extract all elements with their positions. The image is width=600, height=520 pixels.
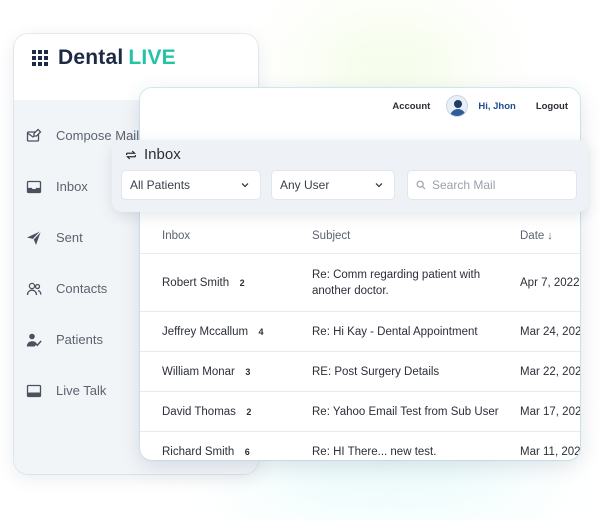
mail-subject: RE: Post Surgery Details	[312, 365, 440, 378]
send-icon	[26, 230, 42, 246]
message-count-badge: 2	[239, 277, 245, 288]
mail-date: Mar 24, 2022	[520, 325, 580, 338]
sidebar-item-label: Sent	[56, 230, 83, 245]
table-row[interactable]: Richard Smith 6 Re: HI There... new test.…	[140, 432, 580, 460]
table-row[interactable]: William Monar 3 RE: Post Surgery Details …	[140, 352, 580, 392]
inbox-title: Inbox	[144, 146, 181, 163]
brand-name-live: LIVE	[128, 46, 176, 69]
brand-name-dental: Dental	[58, 46, 124, 69]
mail-subject: Re: Hi Kay - Dental Appointment	[312, 325, 478, 338]
sender-name: Richard Smith	[162, 445, 235, 458]
inbox-icon	[26, 179, 42, 195]
patients-filter-value: All Patients	[130, 178, 191, 192]
table-header: Inbox Subject Date ↓	[140, 218, 580, 254]
app-grid-icon	[32, 50, 48, 66]
message-count-badge: 3	[245, 366, 251, 377]
column-header-date-label: Date	[520, 229, 545, 242]
top-bar: Account Hi, Jhon Logout	[140, 88, 580, 124]
refresh-icon[interactable]	[124, 148, 138, 162]
live-talk-icon	[26, 383, 42, 399]
column-header-date[interactable]: Date ↓	[520, 230, 580, 242]
account-link[interactable]: Account	[392, 101, 430, 112]
table-row[interactable]: David Thomas 2 Re: Yahoo Email Test from …	[140, 392, 580, 432]
inbox-heading: Inbox	[124, 146, 181, 163]
user-greeting[interactable]: Hi, Jhon	[478, 101, 515, 112]
sort-down-icon: ↓	[547, 229, 553, 242]
avatar[interactable]	[446, 95, 469, 117]
sidebar-item-label: Live Talk	[56, 383, 107, 398]
sidebar-item-label: Patients	[56, 332, 103, 347]
mail-subject: Re: HI There... new test.	[312, 445, 437, 458]
message-count-badge: 2	[246, 406, 252, 417]
table-row[interactable]: Jeffrey Mccallum 4 Re: Hi Kay - Dental Ap…	[140, 312, 580, 352]
column-header-subject[interactable]: Subject	[312, 228, 520, 244]
sender-name: Jeffrey Mccallum	[162, 325, 249, 338]
filter-bar: Inbox All Patients Any User	[112, 140, 588, 212]
sender-name: William Monar	[162, 365, 235, 378]
chevron-down-icon	[241, 183, 249, 188]
mail-subject: Re: Comm regarding patient with another …	[312, 268, 481, 297]
sidebar-item-label: Contacts	[56, 281, 108, 296]
mail-date: Mar 11, 2022	[520, 445, 580, 458]
search-input[interactable]	[432, 178, 572, 192]
user-filter-select[interactable]: Any User	[271, 170, 395, 200]
mail-date: Apr 7, 2022,	[520, 276, 580, 289]
mail-table: Inbox Subject Date ↓ Robert Smith 2 Re: Co…	[140, 218, 580, 460]
message-count-badge: 4	[258, 326, 264, 337]
chevron-down-icon	[375, 183, 383, 188]
column-header-inbox[interactable]: Inbox	[140, 230, 312, 242]
mail-date: Mar 17, 2022	[520, 405, 580, 418]
message-count-badge: 6	[244, 446, 250, 457]
logout-link[interactable]: Logout	[536, 101, 568, 112]
sender-name: David Thomas	[162, 405, 236, 418]
user-filter-value: Any User	[280, 178, 330, 192]
patient-icon	[26, 332, 42, 348]
brand-logo[interactable]: Dental LIVE	[14, 34, 258, 82]
contacts-icon	[26, 281, 42, 297]
sender-name: Robert Smith	[162, 276, 230, 289]
table-row[interactable]: Robert Smith 2 Re: Comm regarding patient…	[140, 254, 580, 312]
patients-filter-select[interactable]: All Patients	[121, 170, 261, 200]
search-icon	[416, 180, 426, 190]
compose-icon	[26, 128, 42, 144]
mail-date: Mar 22, 2022	[520, 365, 580, 378]
search-box[interactable]	[407, 170, 577, 200]
sidebar-item-label: Inbox	[56, 179, 88, 194]
mail-subject: Re: Yahoo Email Test from Sub User	[312, 405, 499, 418]
